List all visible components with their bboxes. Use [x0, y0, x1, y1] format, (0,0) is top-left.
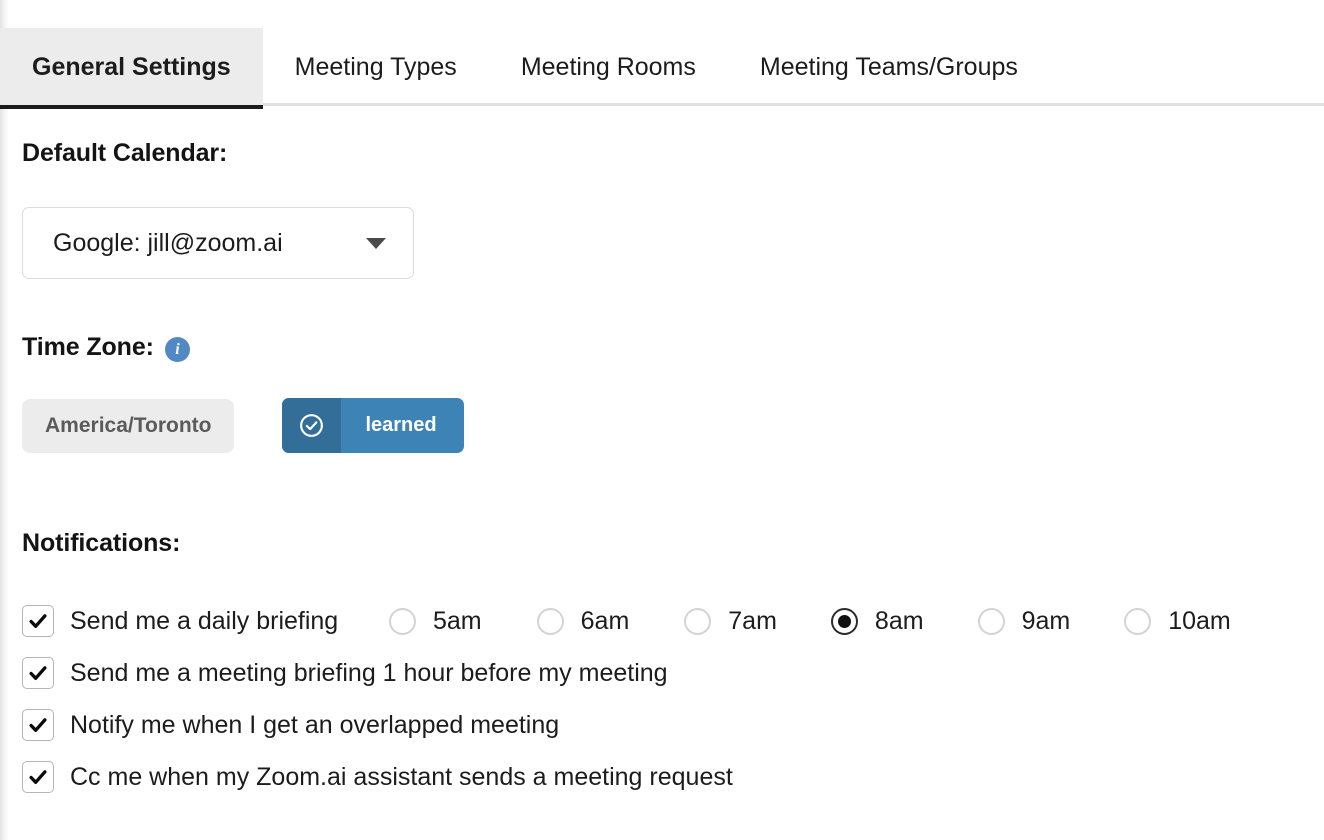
- time-zone-heading: Time Zone:: [22, 333, 154, 361]
- notifications-heading: Notifications:: [22, 529, 181, 557]
- radio-label: 8am: [874, 606, 924, 635]
- radio-circle-icon: [389, 607, 416, 635]
- default-calendar-heading: Default Calendar:: [22, 139, 228, 167]
- check-circle-icon: [282, 398, 342, 453]
- tab-meeting-teams-groups[interactable]: Meeting Teams/Groups: [728, 28, 1050, 106]
- default-calendar-selected-value: Google: jill@zoom.ai: [53, 228, 283, 257]
- learned-button-label: learned: [365, 414, 437, 436]
- radio-circle-icon: [1124, 607, 1152, 635]
- notification-row: Send me a daily briefing 5am 6am 7am 8am: [0, 595, 1324, 647]
- chevron-down-icon: [366, 237, 386, 249]
- tab-meeting-types[interactable]: Meeting Types: [263, 28, 489, 106]
- radio-8am[interactable]: 8am: [830, 606, 924, 636]
- checkbox-daily-briefing[interactable]: [22, 605, 54, 637]
- info-icon[interactable]: i: [164, 337, 190, 362]
- radio-label: 5am: [433, 606, 482, 635]
- notification-label: Cc me when my Zoom.ai assistant sends a …: [70, 762, 733, 791]
- tab-meeting-rooms[interactable]: Meeting Rooms: [489, 28, 728, 106]
- notification-label: Send me a daily briefing: [70, 606, 339, 635]
- checkbox-overlapped-meeting[interactable]: [22, 709, 54, 741]
- radio-10am[interactable]: 10am: [1124, 607, 1231, 636]
- notification-label: Send me a meeting briefing 1 hour before…: [70, 658, 668, 687]
- radio-circle-icon: [536, 607, 564, 635]
- radio-circle-icon: [977, 607, 1005, 635]
- radio-label: 9am: [1021, 606, 1071, 635]
- radio-label: 6am: [580, 606, 630, 635]
- radio-5am[interactable]: 5am: [389, 607, 482, 636]
- time-zone-heading-row: Time Zone: i: [22, 333, 190, 362]
- radio-6am[interactable]: 6am: [536, 606, 630, 636]
- radio-circle-icon: [684, 607, 712, 635]
- tab-general-settings[interactable]: General Settings: [0, 28, 263, 109]
- radio-label: 7am: [728, 606, 777, 635]
- settings-tab-bar: General Settings Meeting Types Meeting R…: [0, 0, 1324, 109]
- time-zone-row: America/Toronto learned: [22, 398, 464, 453]
- checkbox-meeting-briefing[interactable]: [22, 657, 54, 689]
- default-calendar-select[interactable]: Google: jill@zoom.ai: [22, 207, 414, 279]
- notification-row: Send me a meeting briefing 1 hour before…: [0, 647, 1324, 699]
- notification-row: Notify me when I get an overlapped meeti…: [0, 699, 1324, 751]
- notifications-list: Send me a daily briefing 5am 6am 7am 8am: [0, 595, 1324, 803]
- radio-9am[interactable]: 9am: [977, 606, 1071, 636]
- radio-label: 10am: [1168, 606, 1231, 635]
- daily-briefing-time-radio-group: 5am 6am 7am 8am 9am 10am: [389, 595, 1231, 647]
- notification-label: Notify me when I get an overlapped meeti…: [70, 710, 560, 739]
- radio-7am[interactable]: 7am: [684, 607, 777, 636]
- time-zone-value-pill[interactable]: America/Toronto: [22, 398, 235, 453]
- time-zone-learned-button[interactable]: learned: [282, 398, 464, 453]
- radio-circle-icon: [830, 607, 858, 635]
- notification-row: Cc me when my Zoom.ai assistant sends a …: [0, 751, 1324, 803]
- checkbox-cc-meeting-request[interactable]: [22, 761, 54, 793]
